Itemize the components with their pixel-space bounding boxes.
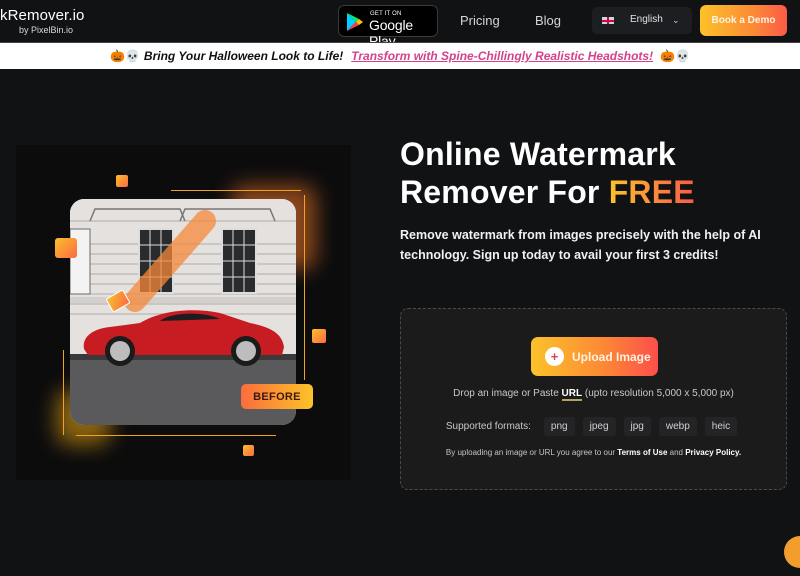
decor-square xyxy=(116,175,128,187)
banner-link[interactable]: Transform with Spine-Chillingly Realisti… xyxy=(351,49,653,63)
google-play-button[interactable]: GET IT ON Google Play xyxy=(338,5,438,49)
upload-dropzone[interactable]: + Upload Image Drop an image or Paste UR… xyxy=(400,308,787,490)
upload-image-button[interactable]: + Upload Image xyxy=(531,337,658,376)
chat-widget-button[interactable] xyxy=(784,536,800,568)
frame-line-left xyxy=(63,350,64,435)
frame-line-right xyxy=(304,195,305,380)
privacy-policy-link[interactable]: Privacy Policy. xyxy=(685,448,741,457)
page-title: Online Watermark Remover For FREE xyxy=(400,136,695,210)
frame-line-bottom xyxy=(76,435,276,436)
decor-square xyxy=(243,445,254,456)
paste-url-link[interactable]: URL xyxy=(561,388,583,401)
terms-notice: By uploading an image or URL you agree t… xyxy=(445,448,742,457)
formats-label: Supported formats: xyxy=(445,421,531,432)
frame-line-top xyxy=(171,190,301,191)
book-demo-button[interactable]: Book a Demo xyxy=(700,5,787,36)
pumpkin-skull-icon: 🎃💀 xyxy=(660,49,690,63)
upload-label: Upload Image xyxy=(572,349,651,364)
chevron-down-icon: ⌄ xyxy=(672,15,680,25)
language-selector[interactable]: English ⌄ xyxy=(592,7,692,34)
banner-text: Bring Your Halloween Look to Life! xyxy=(143,49,344,63)
before-illustration: BEFORE xyxy=(16,145,351,480)
uk-flag-icon xyxy=(602,17,614,24)
free-highlight: FREE xyxy=(608,174,695,210)
logo[interactable]: kRemover.io by PixelBin.io xyxy=(0,7,85,36)
format-chip-webp: webp xyxy=(658,417,697,436)
logo-subtitle: by PixelBin.io xyxy=(19,25,74,35)
logo-text: kRemover.io xyxy=(0,7,85,24)
promo-banner: 🎃💀 Bring Your Halloween Look to Life! Tr… xyxy=(0,42,800,69)
pumpkin-skull-icon: 🎃💀 xyxy=(110,49,140,63)
hero-description: Remove watermark from images precisely w… xyxy=(400,228,761,262)
google-play-icon xyxy=(347,13,363,31)
plus-icon: + xyxy=(545,347,564,366)
terms-of-use-link[interactable]: Terms of Use xyxy=(617,448,667,457)
decor-square xyxy=(55,238,77,258)
format-chip-heic: heic xyxy=(704,417,738,436)
decor-square xyxy=(312,329,326,343)
before-tag: BEFORE xyxy=(241,384,313,409)
format-chip-jpg: jpg xyxy=(623,417,651,436)
nav-link-pricing[interactable]: Pricing xyxy=(460,13,500,28)
drop-instructions: Drop an image or Paste URL (upto resolut… xyxy=(453,388,734,401)
supported-formats: Supported formats: png jpeg jpg webp hei… xyxy=(401,417,786,436)
navbar: kRemover.io by PixelBin.io GET IT ON Goo… xyxy=(0,0,800,49)
nav-link-blog[interactable]: Blog xyxy=(535,13,561,28)
format-chip-png: png xyxy=(543,417,575,436)
language-label: English xyxy=(630,14,663,25)
format-chip-jpeg: jpeg xyxy=(582,417,616,436)
